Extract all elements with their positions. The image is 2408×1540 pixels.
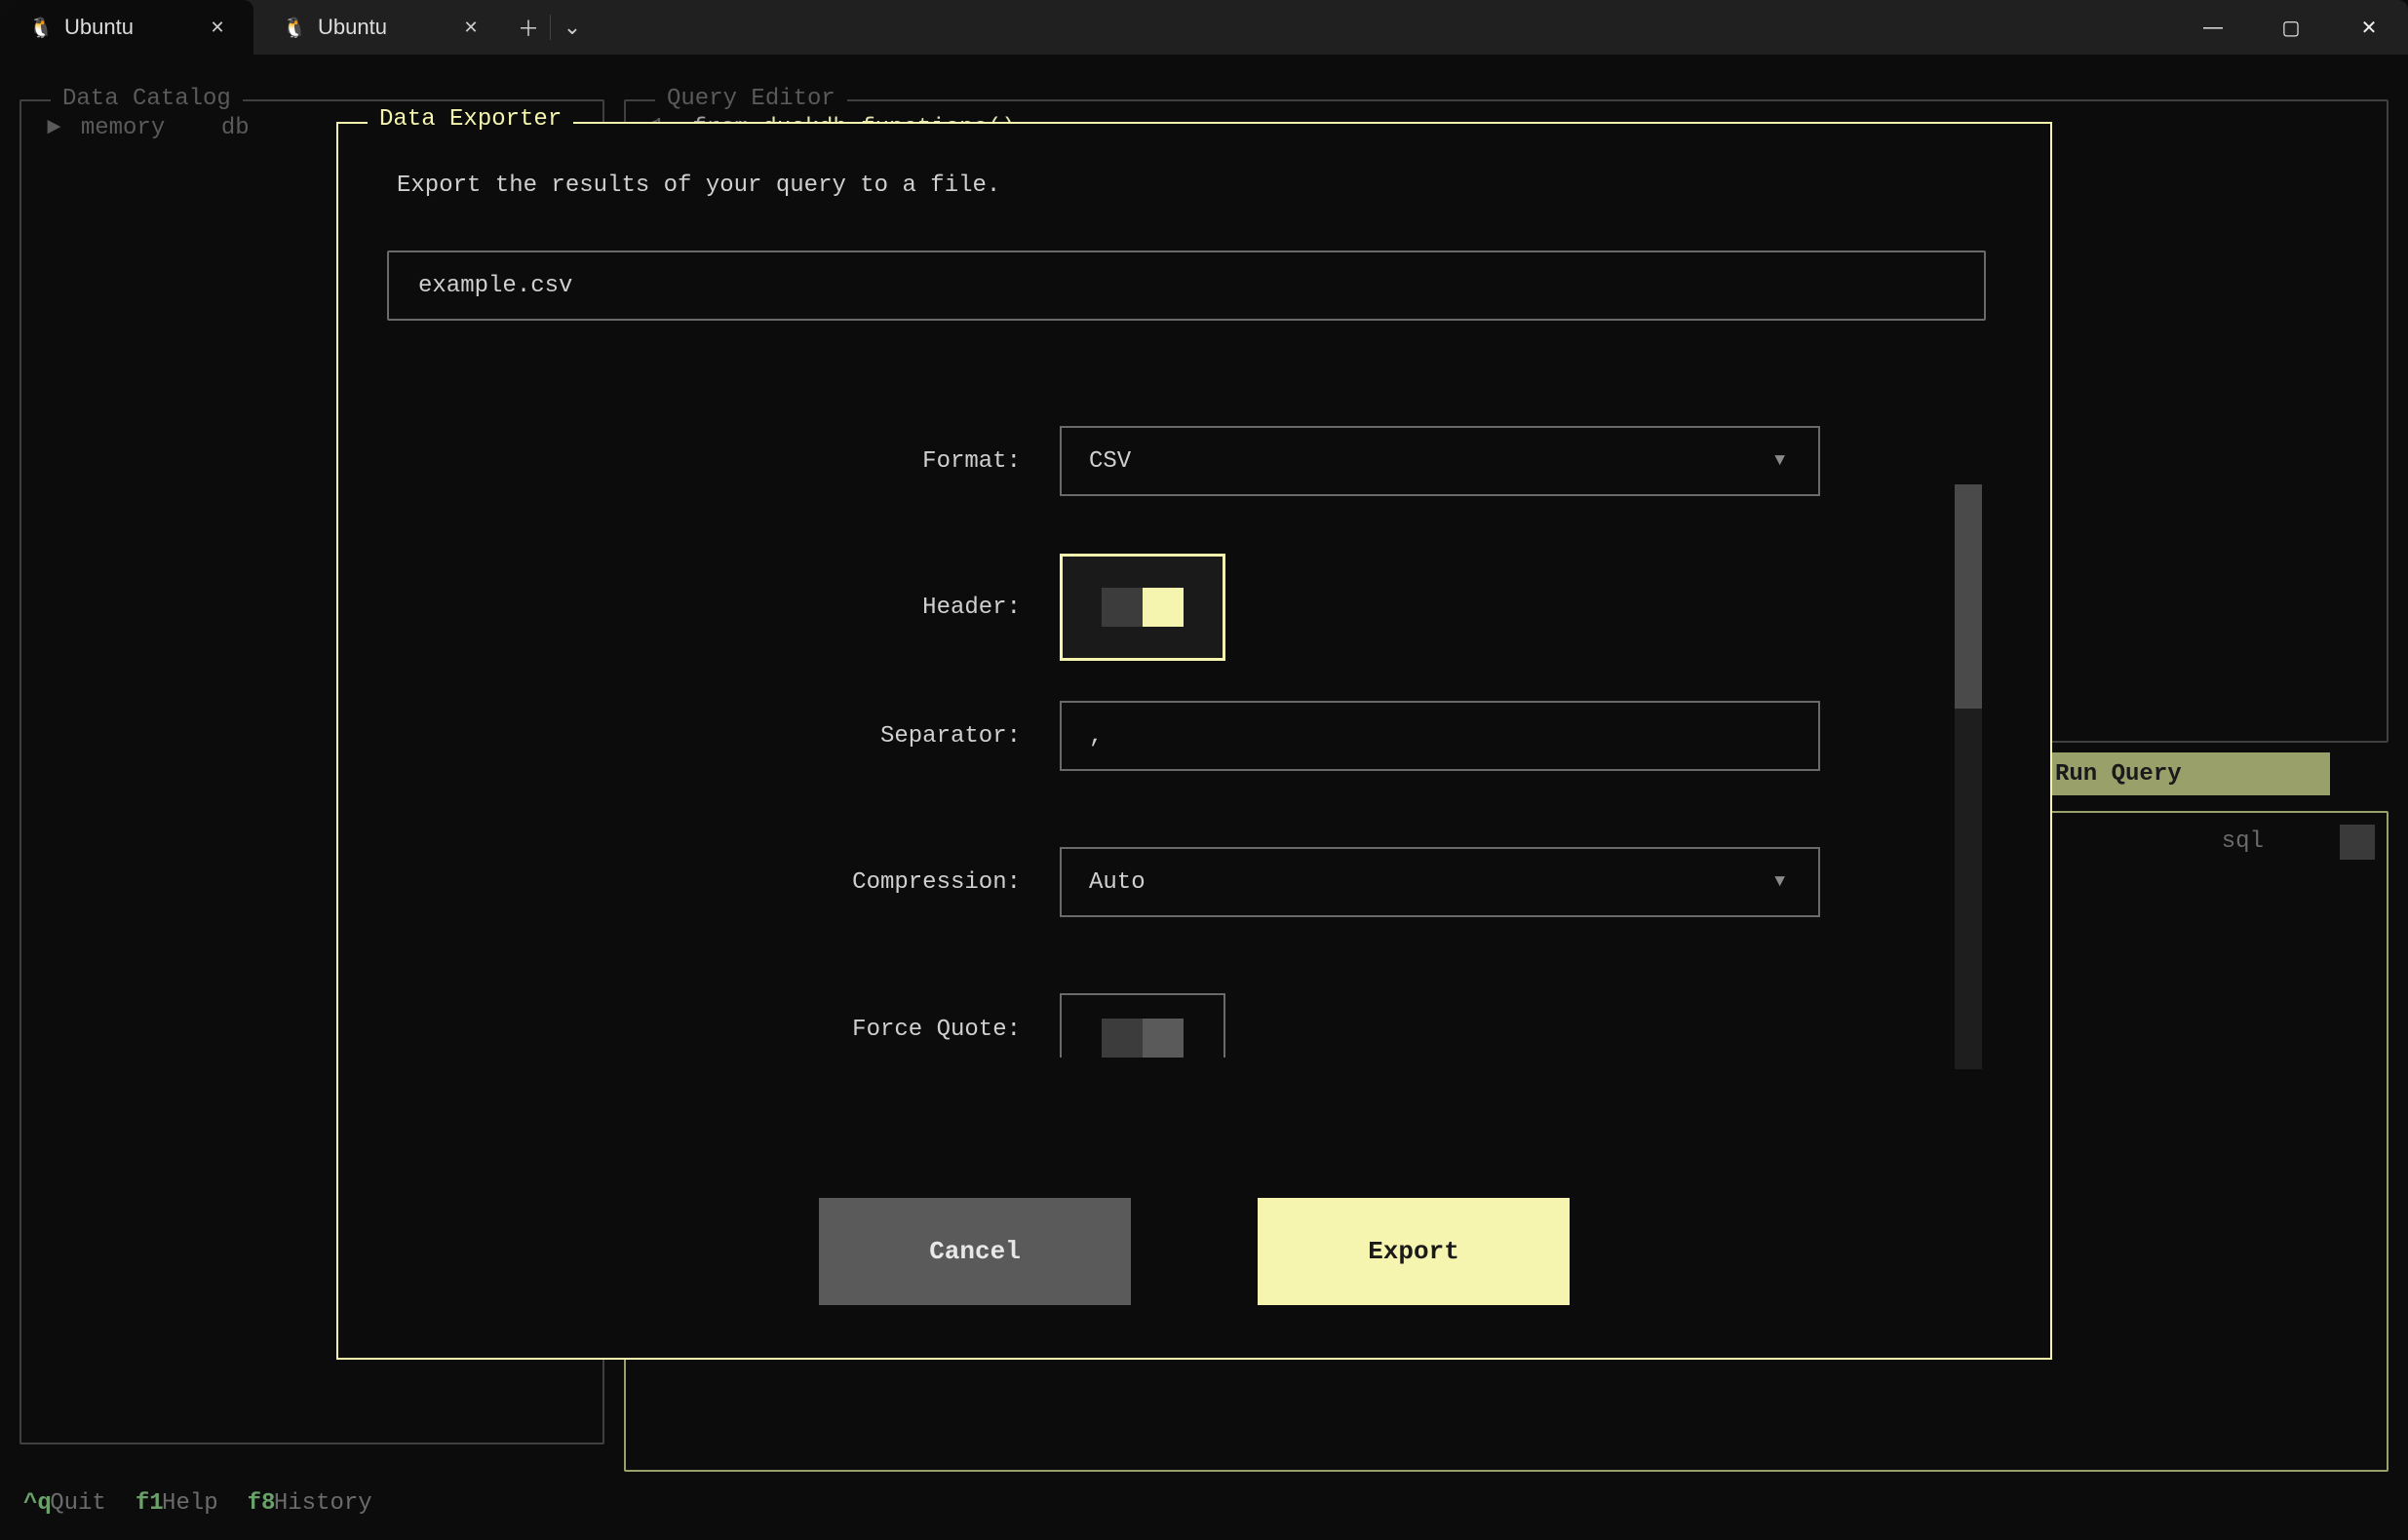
- forcequote-toggle[interactable]: [1060, 993, 1225, 1058]
- close-icon[interactable]: ✕: [203, 13, 232, 42]
- header-label: Header:: [416, 595, 1021, 621]
- tux-icon: 🐧: [29, 16, 53, 39]
- close-icon[interactable]: ✕: [456, 13, 485, 42]
- separator-label: Separator:: [416, 723, 1021, 750]
- modal-scrollbar[interactable]: [1955, 484, 1982, 1069]
- footer-keybindings: ^q Quit f1 Help f8 History: [23, 1490, 372, 1517]
- tab-label: Ubuntu: [318, 15, 387, 40]
- forcequote-label: Force Quote:: [416, 993, 1021, 1043]
- tab-dropdown-button[interactable]: ⌄: [551, 0, 594, 55]
- compression-label: Compression:: [416, 869, 1021, 896]
- filename-input[interactable]: [387, 250, 1986, 321]
- chevron-down-icon: ▼: [1774, 872, 1785, 892]
- panel-title: Query Editor: [655, 86, 847, 112]
- format-select[interactable]: CSV ▼: [1060, 426, 1820, 496]
- kb-quit-label: Quit: [50, 1490, 106, 1517]
- catalog-item-type: db: [221, 115, 250, 141]
- minimize-button[interactable]: —: [2174, 0, 2252, 55]
- kb-quit-key: ^q: [23, 1490, 52, 1517]
- export-form: Format: CSV ▼ Header: Separator:: [416, 426, 1947, 1042]
- kb-history-label: History: [274, 1490, 372, 1517]
- header-toggle[interactable]: [1060, 554, 1225, 661]
- results-lang-label: sql: [2222, 828, 2264, 1464]
- export-button[interactable]: Export: [1258, 1198, 1570, 1305]
- kb-history-key: f8: [248, 1490, 276, 1517]
- expand-icon[interactable]: ►: [47, 115, 60, 141]
- toggle-switch-on: [1102, 588, 1184, 627]
- tab-ubuntu-1[interactable]: 🐧 Ubuntu ✕: [0, 0, 253, 55]
- close-window-button[interactable]: ✕: [2330, 0, 2408, 55]
- run-query-label: Run Query: [2055, 761, 2182, 788]
- modal-description: Export the results of your query to a fi…: [397, 173, 1000, 199]
- format-label: Format:: [416, 448, 1021, 475]
- compression-select[interactable]: Auto ▼: [1060, 847, 1820, 917]
- kb-help-key: f1: [136, 1490, 164, 1517]
- maximize-button[interactable]: ▢: [2252, 0, 2330, 55]
- window-controls: — ▢ ✕: [2174, 0, 2408, 55]
- modal-title: Data Exporter: [368, 106, 573, 133]
- tux-icon: 🐧: [283, 16, 306, 39]
- tab-actions: ＋ ⌄: [507, 0, 594, 55]
- chevron-down-icon: ▼: [1774, 451, 1785, 471]
- modal-buttons: Cancel Export: [338, 1198, 2050, 1305]
- new-tab-button[interactable]: ＋: [507, 0, 550, 55]
- panel-title: Data Catalog: [51, 86, 243, 112]
- cancel-button[interactable]: Cancel: [819, 1198, 1131, 1305]
- toggle-switch-off: [1102, 1019, 1184, 1058]
- titlebar: 🐧 Ubuntu ✕ 🐧 Ubuntu ✕ ＋ ⌄ — ▢ ✕: [0, 0, 2408, 55]
- compression-value: Auto: [1089, 869, 1146, 896]
- scrollbar-indicator[interactable]: [2340, 825, 2375, 860]
- tab-ubuntu-2[interactable]: 🐧 Ubuntu ✕: [253, 0, 507, 55]
- run-query-button[interactable]: Run Query: [2038, 752, 2330, 795]
- data-exporter-modal: Data Exporter Export the results of your…: [336, 122, 2052, 1360]
- app-window: 🐧 Ubuntu ✕ 🐧 Ubuntu ✕ ＋ ⌄ — ▢ ✕ Data Cat…: [0, 0, 2408, 1540]
- kb-help-label: Help: [162, 1490, 218, 1517]
- format-value: CSV: [1089, 448, 1131, 475]
- catalog-item-name[interactable]: memory: [81, 115, 165, 141]
- tab-label: Ubuntu: [64, 15, 134, 40]
- scrollbar-thumb[interactable]: [1955, 484, 1982, 709]
- separator-input[interactable]: [1060, 701, 1820, 771]
